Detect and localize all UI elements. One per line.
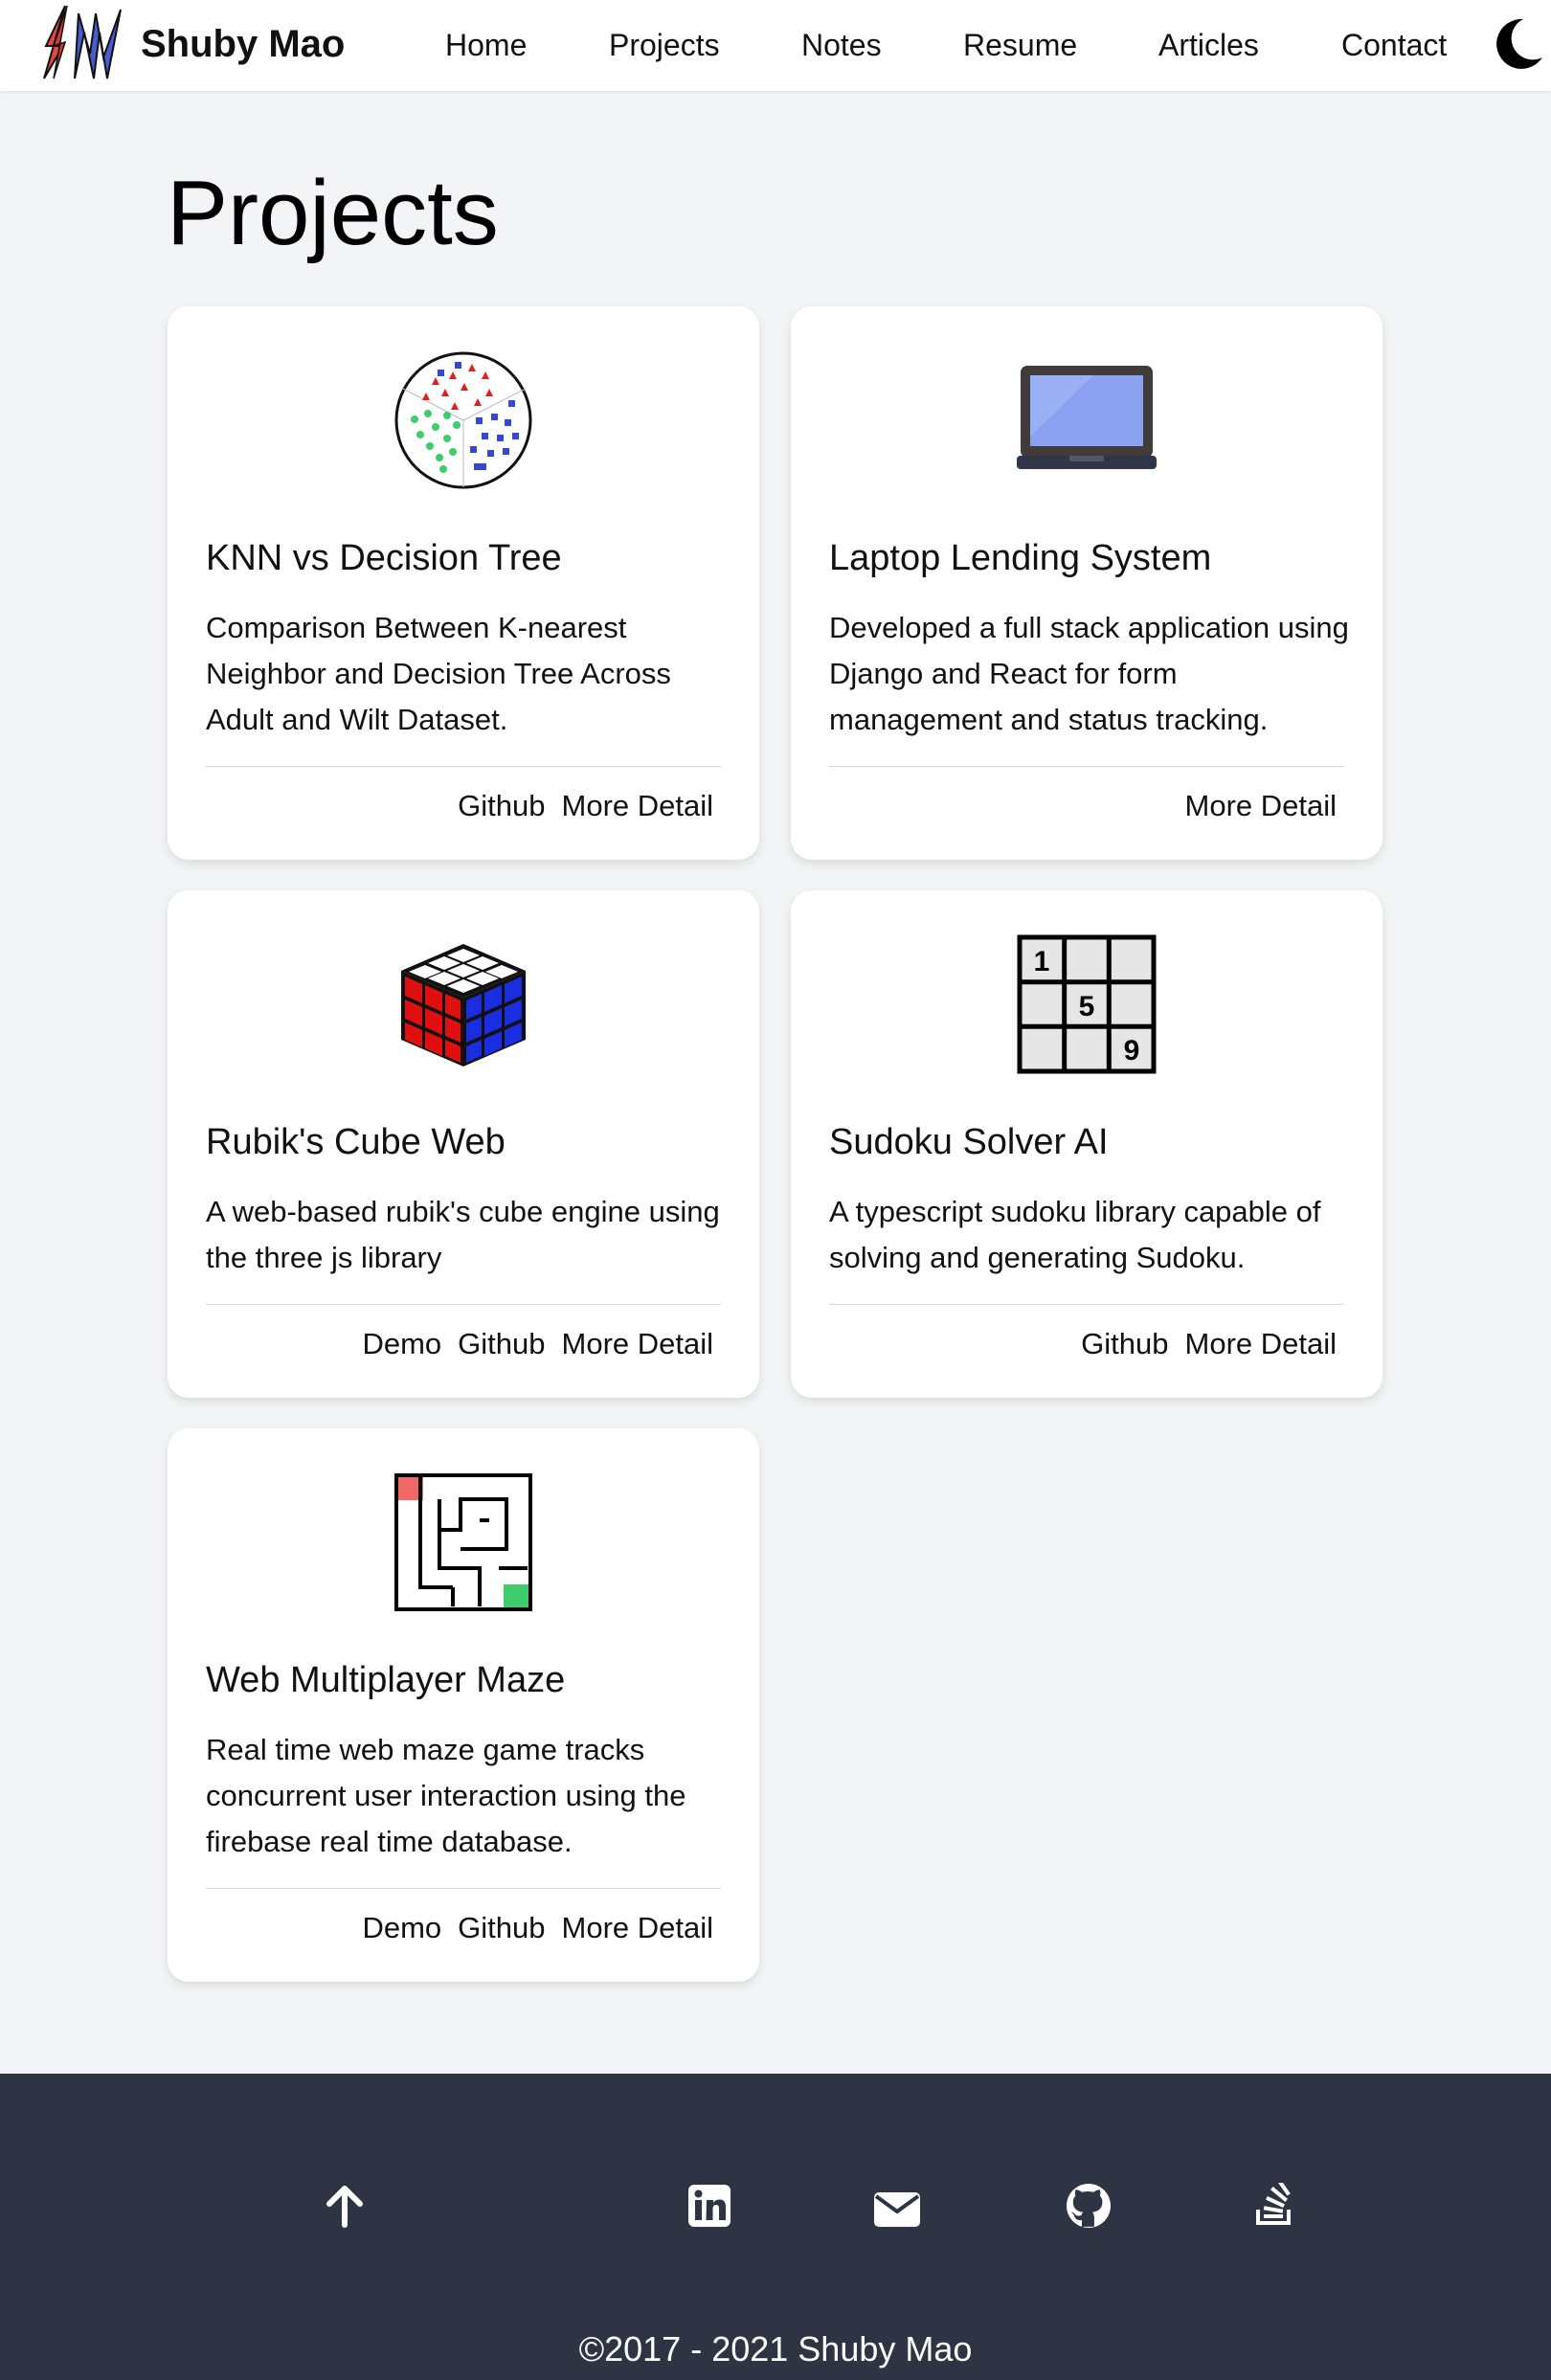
nav-contact[interactable]: Contact [1341, 28, 1447, 63]
card-actions: Demo Github More Detail [362, 1327, 713, 1361]
copyright-text: ©2017 - 2021 Shuby Mao [578, 2329, 973, 2369]
card-title: Sudoku Solver AI [829, 1122, 1109, 1162]
arrow-up-icon[interactable] [322, 2183, 368, 2229]
logo-icon [43, 5, 122, 79]
card-divider [829, 766, 1344, 767]
card-divider [829, 1304, 1344, 1305]
card-actions: Demo Github More Detail [362, 1911, 713, 1945]
card-title: KNN vs Decision Tree [206, 538, 562, 578]
card-divider [206, 1888, 721, 1889]
navbar: Shuby Mao Home Projects Notes Resume Art… [0, 0, 1551, 91]
card-description: Developed a full stack application using… [829, 611, 1349, 736]
nav-articles[interactable]: Articles [1158, 28, 1259, 63]
nav-home[interactable]: Home [445, 28, 527, 63]
more-detail-link[interactable]: More Detail [562, 1327, 714, 1361]
more-detail-link[interactable]: More Detail [562, 789, 714, 823]
project-card-laptop: Laptop Lending System Developed a full s… [791, 306, 1382, 860]
sudoku-digit: 9 [1124, 1035, 1140, 1067]
sudoku-digit: 5 [1079, 991, 1095, 1022]
github-link[interactable]: Github [458, 789, 545, 823]
sudoku-grid-icon: 1 5 9 [1017, 934, 1157, 1074]
github-link[interactable]: Github [1081, 1327, 1168, 1361]
github-link[interactable]: Github [458, 1911, 545, 1945]
project-card-knn: KNN vs Decision Tree Comparison Between … [168, 306, 759, 860]
brand[interactable]: Shuby Mao [38, 4, 345, 85]
card-actions: More Detail [1185, 789, 1337, 823]
stackoverflow-icon[interactable] [1252, 2183, 1298, 2229]
linkedin-icon[interactable] [686, 2183, 732, 2229]
demo-link[interactable]: Demo [362, 1911, 441, 1945]
card-title: Web Multiplayer Maze [206, 1660, 566, 1700]
brand-name: Shuby Mao [141, 23, 346, 65]
card-title: Laptop Lending System [829, 538, 1212, 578]
more-detail-link[interactable]: More Detail [562, 1911, 714, 1945]
github-link[interactable]: Github [458, 1327, 545, 1361]
nav-projects[interactable]: Projects [609, 28, 720, 63]
card-description: A web-based rubik's cube engine using th… [206, 1195, 720, 1274]
more-detail-link[interactable]: More Detail [1185, 1327, 1337, 1361]
card-actions: Github More Detail [458, 789, 713, 823]
rubiks-cube-icon [401, 944, 526, 1067]
card-actions: Github More Detail [1081, 1327, 1337, 1361]
dark-mode-moon-icon[interactable] [1489, 15, 1546, 73]
card-description: Real time web maze game tracks concurren… [206, 1733, 686, 1858]
card-description: Comparison Between K-nearest Neighbor an… [206, 611, 671, 736]
project-card-rubiks: Rubik's Cube Web A web-based rubik's cub… [168, 890, 759, 1398]
nav-notes[interactable]: Notes [801, 28, 882, 63]
github-icon[interactable] [1066, 2183, 1112, 2229]
page-title: Projects [167, 162, 499, 264]
sudoku-digit: 1 [1034, 946, 1050, 977]
project-card-sudoku: 1 5 9 Sudoku Solver AI A typescript sudo… [791, 890, 1382, 1398]
card-divider [206, 1304, 721, 1305]
card-title: Rubik's Cube Web [206, 1122, 506, 1162]
project-card-maze: Web Multiplayer Maze Real time web maze … [168, 1428, 759, 1982]
demo-link[interactable]: Demo [362, 1327, 441, 1361]
laptop-icon [1017, 366, 1157, 469]
mail-icon[interactable] [874, 2187, 920, 2233]
maze-icon [394, 1473, 532, 1611]
knn-scatter-icon [394, 351, 532, 489]
nav-resume[interactable]: Resume [963, 28, 1077, 63]
card-description: A typescript sudoku library capable of s… [829, 1195, 1321, 1274]
more-detail-link[interactable]: More Detail [1185, 789, 1337, 823]
card-divider [206, 766, 721, 767]
